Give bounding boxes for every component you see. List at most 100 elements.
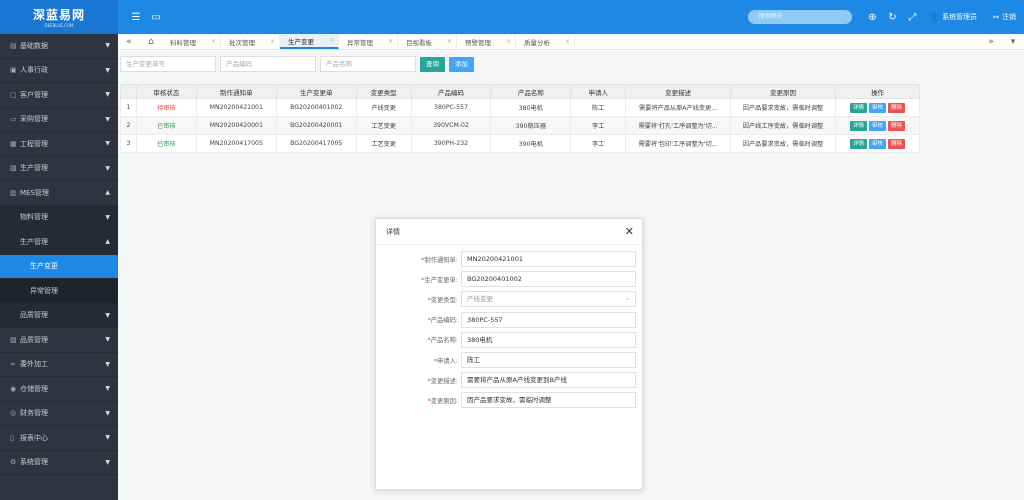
- chevron-down-icon: ▼: [105, 164, 110, 172]
- chevron-down-icon: ▼: [105, 91, 110, 99]
- close-icon[interactable]: ×: [506, 38, 511, 45]
- col-name: 产品名称: [490, 84, 572, 99]
- query-button[interactable]: 查询: [420, 56, 445, 72]
- menu-toggle-icon[interactable]: ☰: [126, 7, 146, 27]
- filter-bar: 生产变更单号 产品编码 产品名称 查询 添加: [120, 56, 474, 72]
- col-notice: 制作通知单: [195, 84, 277, 99]
- tab-bar: « ⌂ 料料管理 × 批次管理 × 生产变更 × 异常管理 × 目视看板 × 预警管理 × …: [118, 34, 1024, 50]
- close-icon[interactable]: ×: [388, 38, 393, 45]
- close-icon[interactable]: ×: [329, 37, 334, 44]
- sidebar-item-report[interactable]: ▯ 报表中心 ▼: [0, 426, 118, 451]
- tab-warning[interactable]: 预警管理 ×: [457, 34, 516, 49]
- chevron-down-icon: ▼: [105, 360, 110, 368]
- window-icon[interactable]: ▭: [146, 7, 166, 27]
- tab-exception[interactable]: 异常管理 ×: [339, 34, 398, 49]
- row-actions: 详情 审核 删除: [834, 98, 921, 117]
- notice-field[interactable]: MN20200421001: [461, 251, 636, 268]
- chevron-down-icon: ▼: [105, 458, 110, 466]
- sidebar: ▤ 基础数据 ▼ ▣ 人事行政 ▼ ▢ 客户管理 ▼ ▭ 采购管理 ▼ ▦ 工程管理 ▼ ▧ 生产管理…: [0, 34, 118, 500]
- search-input[interactable]: 搜索模块: [748, 10, 853, 24]
- change-no-input[interactable]: 生产变更单号: [120, 56, 216, 72]
- tab-visual-board[interactable]: 目视看板 ×: [398, 34, 457, 49]
- sidebar-item-basic-data[interactable]: ▤ 基础数据 ▼: [0, 34, 118, 59]
- delete-button[interactable]: 删除: [888, 120, 906, 131]
- audit-button[interactable]: 审核: [868, 102, 886, 113]
- table-header-row: 审核状态 制作通知单 生产变更单 变更类型 产品编码 产品名称 申请人 变更描述…: [120, 84, 921, 99]
- product-name-field[interactable]: 380电机: [461, 331, 636, 348]
- desc-field[interactable]: 需要将产品从原A产线变更到B产线: [461, 372, 636, 389]
- sidebar-item-outsource[interactable]: ∞ 委外加工 ▼: [0, 353, 118, 377]
- logout-button[interactable]: ↦ 注销: [993, 12, 1016, 22]
- tab-material[interactable]: 料料管理 ×: [162, 34, 221, 49]
- sidebar-item-production-mgmt[interactable]: 生产管理 ▲: [0, 230, 118, 255]
- sidebar-item-quality[interactable]: ▨ 品质管理 ▼: [0, 328, 118, 353]
- sidebar-item-system[interactable]: ⚙ 系统管理 ▼: [0, 451, 118, 475]
- modal-header: 详情 ✕: [376, 219, 642, 245]
- chevron-up-icon: ▲: [105, 189, 110, 197]
- applicant-field[interactable]: 陈工: [461, 352, 636, 369]
- add-button[interactable]: 添加: [449, 56, 474, 72]
- change-field[interactable]: BG20200401002: [461, 271, 636, 288]
- tab-scroll-left-icon[interactable]: «: [118, 34, 140, 49]
- chevron-down-icon: ▼: [105, 42, 110, 50]
- close-icon[interactable]: ×: [211, 38, 216, 45]
- sidebar-item-mes[interactable]: ▥ MES管理 ▲: [0, 181, 118, 206]
- sidebar-item-hr[interactable]: ▣ 人事行政 ▼: [0, 59, 118, 83]
- chevron-down-icon: ▼: [105, 140, 110, 148]
- sidebar-item-production[interactable]: ▧ 生产管理 ▼: [0, 157, 118, 181]
- form-row-code: *产品编码: 380PC-557: [376, 310, 636, 330]
- audit-button[interactable]: 审核: [868, 120, 886, 131]
- sidebar-item-finance[interactable]: ◎ 财务管理 ▼: [0, 402, 118, 426]
- product-code-field[interactable]: 380PC-557: [461, 311, 636, 328]
- delete-button[interactable]: 删除: [888, 138, 906, 149]
- col-change: 生产变更单: [275, 84, 357, 99]
- database-icon: ▤: [10, 41, 17, 50]
- detail-button[interactable]: 详情: [849, 138, 867, 149]
- col-ops: 操作: [834, 84, 921, 99]
- settings-icon: ⚙: [10, 458, 17, 467]
- close-icon[interactable]: ×: [565, 38, 570, 45]
- reason-field[interactable]: 因产品要求变故，需临时调整: [461, 392, 636, 409]
- tab-menu-icon[interactable]: ▾: [1002, 34, 1024, 49]
- tab-quality-analysis[interactable]: 质量分析 ×: [516, 34, 575, 49]
- home-icon[interactable]: ⌂: [140, 34, 162, 49]
- sidebar-item-production-change[interactable]: 生产变更: [0, 254, 118, 279]
- close-icon[interactable]: ×: [447, 38, 452, 45]
- change-type-select[interactable]: 产线变更 ⌄: [461, 291, 636, 308]
- table-row: 1 待审核 MN20200421001 BG20200401002 产线变更 3…: [120, 98, 921, 117]
- fullscreen-icon[interactable]: ⤢: [902, 7, 922, 27]
- user-icon: 👤: [930, 13, 940, 21]
- detail-button[interactable]: 详情: [849, 102, 867, 113]
- close-icon[interactable]: ×: [270, 38, 275, 45]
- chevron-down-icon: ▼: [105, 385, 110, 393]
- form-row-desc: *变更描述: 需要将产品从原A产线变更到B产线: [376, 370, 636, 390]
- globe-icon[interactable]: ⊕: [862, 7, 882, 27]
- sidebar-item-customer[interactable]: ▢ 客户管理 ▼: [0, 83, 118, 108]
- sidebar-item-warehouse[interactable]: ◉ 仓储管理 ▼: [0, 377, 118, 402]
- report-icon: ▯: [10, 433, 14, 442]
- tab-batch[interactable]: 批次管理 ×: [221, 34, 280, 49]
- tab-scroll-right-icon[interactable]: »: [980, 34, 1002, 49]
- refresh-icon[interactable]: ↻: [882, 7, 902, 27]
- sidebar-item-engineering[interactable]: ▦ 工程管理 ▼: [0, 132, 118, 157]
- sidebar-item-exception[interactable]: 异常管理: [0, 279, 118, 304]
- delete-button[interactable]: 删除: [888, 102, 906, 113]
- sidebar-item-material[interactable]: 物料管理 ▼: [0, 205, 118, 230]
- audit-button[interactable]: 审核: [868, 138, 886, 149]
- product-code-input[interactable]: 产品编码: [220, 56, 316, 72]
- close-icon[interactable]: ✕: [625, 225, 634, 238]
- chevron-down-icon: ▼: [105, 311, 110, 319]
- status-badge: 已审核: [135, 116, 197, 135]
- product-name-input[interactable]: 产品名称: [320, 56, 416, 72]
- detail-button[interactable]: 详情: [849, 120, 867, 131]
- col-type: 变更类型: [355, 84, 412, 99]
- form-row-name: *产品名称: 380电机: [376, 330, 636, 350]
- user-menu[interactable]: 👤 系统管理员: [930, 12, 977, 22]
- chevron-up-icon: ▲: [105, 238, 110, 246]
- sidebar-item-purchase[interactable]: ▭ 采购管理 ▼: [0, 108, 118, 132]
- row-actions: 详情 审核 删除: [834, 116, 921, 135]
- col-code: 产品编码: [410, 84, 492, 99]
- sidebar-item-quality-sub[interactable]: 品质管理 ▼: [0, 303, 118, 328]
- tab-production-change[interactable]: 生产变更 ×: [280, 34, 339, 49]
- col-reason: 变更原因: [730, 84, 836, 99]
